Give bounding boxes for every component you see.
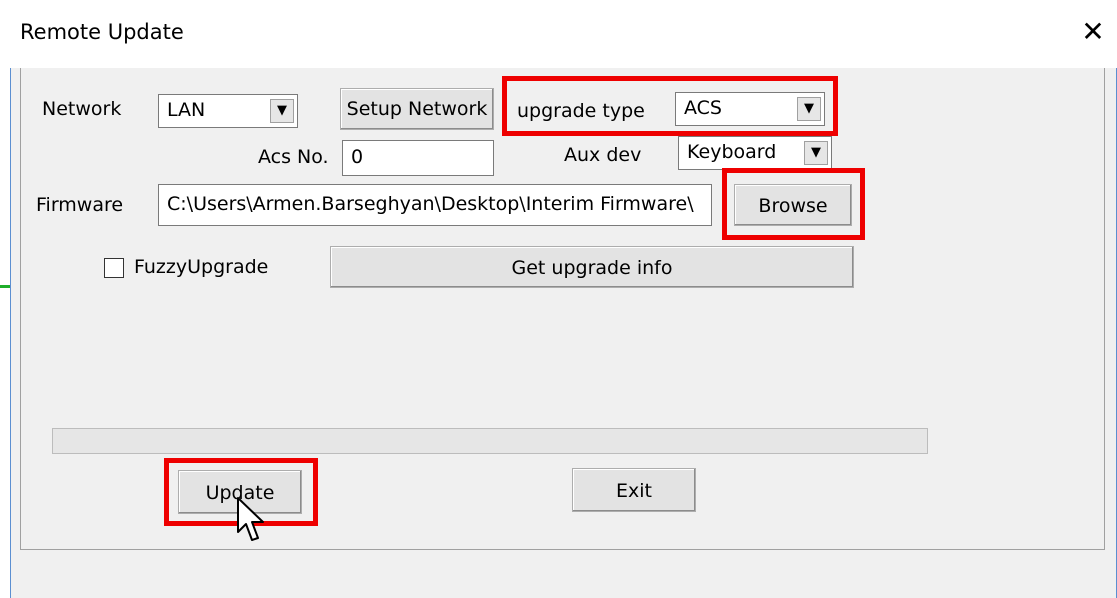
background-window-edge [0, 285, 10, 288]
network-label: Network [42, 98, 122, 120]
get-upgrade-info-button[interactable]: Get upgrade info [330, 246, 854, 288]
update-progress-bar [52, 428, 928, 454]
upgrade-type-value: ACS [684, 97, 722, 119]
network-value: LAN [167, 99, 206, 121]
firmware-path-field[interactable]: C:\Users\Armen.Barseghyan\Desktop\Interi… [158, 184, 712, 226]
setup-network-button[interactable]: Setup Network [340, 88, 494, 130]
aux-dev-label: Aux dev [564, 144, 642, 166]
upgrade-type-label: upgrade type [517, 100, 645, 122]
mouse-pointer-icon [237, 497, 264, 541]
fuzzy-upgrade-checkbox[interactable] [104, 258, 124, 278]
exit-button[interactable]: Exit [572, 468, 696, 512]
chevron-down-icon[interactable]: ▼ [797, 97, 821, 121]
aux-dev-value: Keyboard [687, 141, 777, 163]
close-icon[interactable]: ✕ [1078, 14, 1108, 50]
chevron-down-icon[interactable]: ▼ [804, 141, 828, 165]
browse-button[interactable]: Browse [734, 184, 852, 226]
acs-no-label: Acs No. [258, 146, 329, 168]
upgrade-type-select[interactable]: ACS ▼ [675, 92, 825, 126]
acs-no-value: 0 [351, 146, 364, 168]
firmware-label: Firmware [36, 194, 124, 216]
fuzzy-upgrade-label: FuzzyUpgrade [134, 256, 269, 278]
acs-no-field[interactable]: 0 [342, 140, 494, 176]
firmware-path-value: C:\Users\Armen.Barseghyan\Desktop\Interi… [167, 193, 694, 215]
aux-dev-select[interactable]: Keyboard ▼ [678, 136, 832, 170]
network-select[interactable]: LAN ▼ [158, 94, 298, 128]
chevron-down-icon[interactable]: ▼ [270, 99, 294, 123]
window-title: Remote Update [20, 20, 184, 44]
